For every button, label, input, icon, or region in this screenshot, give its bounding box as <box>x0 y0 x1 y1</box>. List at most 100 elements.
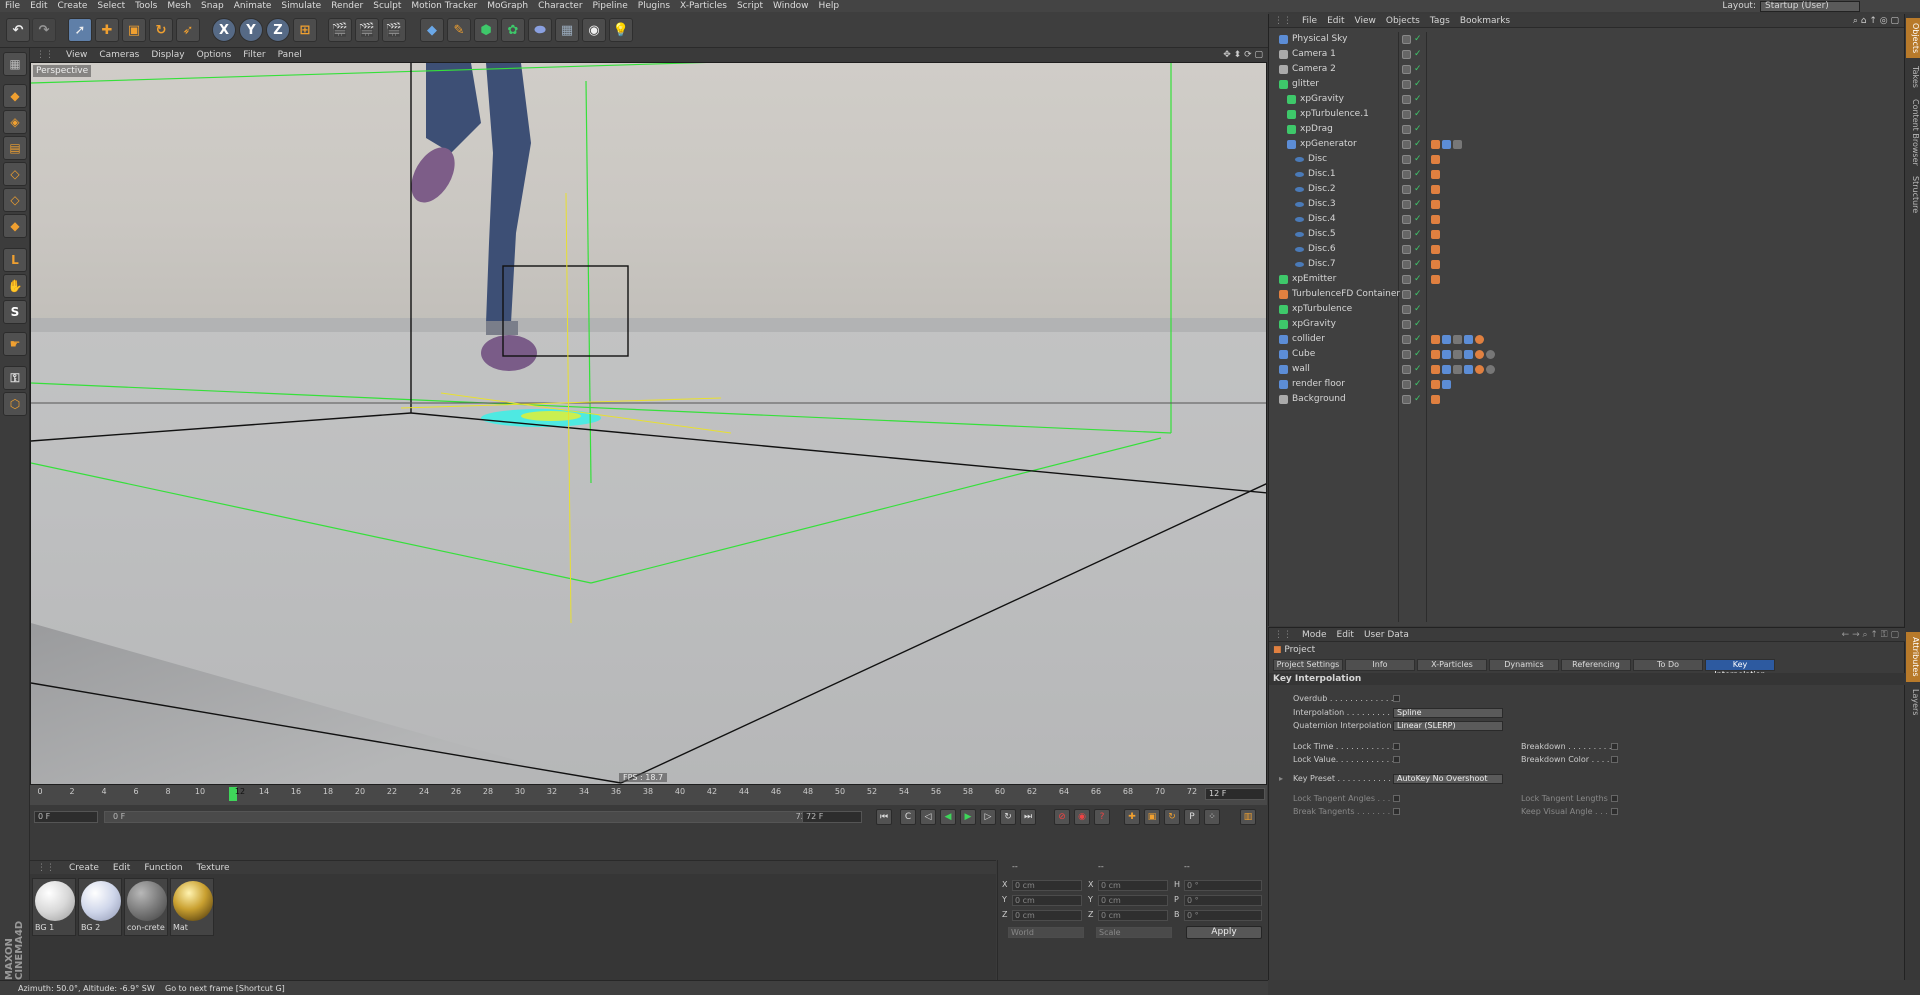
object-row[interactable]: Background ✓ <box>1269 392 1905 407</box>
visibility-toggle-icon[interactable] <box>1402 170 1411 179</box>
object-tag-icon[interactable] <box>1442 140 1451 149</box>
object-row[interactable]: Disc.1 ✓ <box>1269 167 1905 182</box>
object-tag-icon[interactable] <box>1431 215 1440 224</box>
rot-p-field[interactable]: 0 ° <box>1184 895 1262 906</box>
object-row[interactable]: xpTurbulence ✓ <box>1269 302 1905 317</box>
z-axis-lock-icon[interactable]: Z <box>266 18 290 42</box>
object-manager-nav-icons[interactable]: ⌕ ⌂ ↑ ◎ ▢ <box>1853 16 1899 26</box>
object-tag-icon[interactable] <box>1431 140 1440 149</box>
tab-takes[interactable]: Takes <box>1906 62 1920 92</box>
preview-range-slider[interactable]: 0 F 72 F <box>104 811 824 823</box>
object-tag-icon[interactable] <box>1453 335 1462 344</box>
object-tag-icon[interactable] <box>1464 350 1473 359</box>
viewport-menu-options[interactable]: Options <box>191 50 238 60</box>
pos-z-field[interactable]: 0 cm <box>1012 910 1082 921</box>
enable-check-icon[interactable]: ✓ <box>1414 197 1422 212</box>
render-settings-icon[interactable]: 🎬 <box>382 18 406 42</box>
y-axis-lock-icon[interactable]: Y <box>239 18 263 42</box>
menu-motion-tracker[interactable]: Motion Tracker <box>406 1 482 11</box>
object-tag-icon[interactable] <box>1431 275 1440 284</box>
workplane-icon[interactable]: ▤ <box>3 136 27 160</box>
object-tag-icon[interactable] <box>1486 365 1495 374</box>
object-row[interactable]: render floor ✓ <box>1269 377 1905 392</box>
viewport-menu-panel[interactable]: Panel <box>272 50 308 60</box>
interpolation-dropdown[interactable]: Spline <box>1393 708 1503 718</box>
object-row[interactable]: xpEmitter ✓ <box>1269 272 1905 287</box>
object-menu-tags[interactable]: Tags <box>1425 16 1455 26</box>
record-keyframe-icon[interactable]: C <box>900 809 916 825</box>
object-tag-icon[interactable] <box>1453 365 1462 374</box>
object-row[interactable]: collider ✓ <box>1269 332 1905 347</box>
visibility-toggle-icon[interactable] <box>1402 110 1411 119</box>
size-y-field[interactable]: 0 cm <box>1098 895 1168 906</box>
key-pla-icon[interactable]: ⁘ <box>1204 809 1220 825</box>
visibility-toggle-icon[interactable] <box>1402 260 1411 269</box>
enable-check-icon[interactable]: ✓ <box>1414 122 1422 137</box>
object-tag-icon[interactable] <box>1475 335 1484 344</box>
tab-dynamics[interactable]: Dynamics <box>1489 659 1559 671</box>
breakdown-checkbox[interactable] <box>1611 743 1618 750</box>
break-tangents-checkbox[interactable] <box>1393 808 1400 815</box>
object-tag-icon[interactable] <box>1431 395 1440 404</box>
visibility-toggle-icon[interactable] <box>1402 35 1411 44</box>
tweak-mode-icon[interactable]: ✋ <box>3 274 27 298</box>
visibility-toggle-icon[interactable] <box>1402 335 1411 344</box>
object-row[interactable]: xpGenerator ✓ <box>1269 137 1905 152</box>
menu-file[interactable]: File <box>0 1 25 11</box>
object-menu-edit[interactable]: Edit <box>1322 16 1349 26</box>
material-swatch[interactable]: BG 1 <box>32 878 76 936</box>
tab-content-browser[interactable]: Content Browser <box>1906 96 1920 168</box>
tab-info[interactable]: Info <box>1345 659 1415 671</box>
visibility-toggle-icon[interactable] <box>1402 80 1411 89</box>
tab-attributes[interactable]: Attributes <box>1906 632 1920 682</box>
tab-key-interpolation[interactable]: Key Interpolation <box>1705 659 1775 679</box>
enable-check-icon[interactable]: ✓ <box>1414 32 1422 47</box>
object-row[interactable]: xpTurbulence.1 ✓ <box>1269 107 1905 122</box>
object-row[interactable]: Disc.5 ✓ <box>1269 227 1905 242</box>
object-tag-icon[interactable] <box>1431 170 1440 179</box>
visibility-toggle-icon[interactable] <box>1402 230 1411 239</box>
menu-x-particles[interactable]: X-Particles <box>675 1 732 11</box>
menu-simulate[interactable]: Simulate <box>276 1 326 11</box>
object-tag-icon[interactable] <box>1464 335 1473 344</box>
model-mode-icon[interactable]: ◆ <box>3 84 27 108</box>
object-tag-icon[interactable] <box>1453 350 1462 359</box>
move-tool-icon[interactable]: ✚ <box>95 18 119 42</box>
object-tag-icon[interactable] <box>1475 365 1484 374</box>
coordinate-system-icon[interactable]: ⊞ <box>293 18 317 42</box>
visibility-toggle-icon[interactable] <box>1402 185 1411 194</box>
menu-create[interactable]: Create <box>53 1 93 11</box>
material-swatch[interactable]: con-crete <box>124 878 168 936</box>
object-tag-icon[interactable] <box>1431 365 1440 374</box>
lock-time-checkbox[interactable] <box>1393 743 1400 750</box>
visibility-toggle-icon[interactable] <box>1402 365 1411 374</box>
menu-plugins[interactable]: Plugins <box>633 1 675 11</box>
enable-check-icon[interactable]: ✓ <box>1414 167 1422 182</box>
object-row[interactable]: xpGravity ✓ <box>1269 317 1905 332</box>
start-frame-field[interactable]: 0 F <box>34 811 98 823</box>
menu-mesh[interactable]: Mesh <box>162 1 196 11</box>
object-row[interactable]: Disc.2 ✓ <box>1269 182 1905 197</box>
render-picture-viewer-icon[interactable]: 🎬 <box>355 18 379 42</box>
object-menu-bookmarks[interactable]: Bookmarks <box>1455 16 1515 26</box>
enable-check-icon[interactable]: ✓ <box>1414 92 1422 107</box>
menu-help[interactable]: Help <box>814 1 845 11</box>
motion-record-icon[interactable]: ⊘ <box>1054 809 1070 825</box>
go-to-next-frame-icon[interactable]: ↻ <box>1000 809 1016 825</box>
soft-selection-icon[interactable]: ☛ <box>3 332 27 356</box>
viewport-menu-view[interactable]: View <box>60 50 93 60</box>
object-row[interactable]: Camera 1 ✓ <box>1269 47 1905 62</box>
object-tag-icon[interactable] <box>1431 245 1440 254</box>
tab-x-particles[interactable]: X-Particles <box>1417 659 1487 671</box>
enable-check-icon[interactable]: ✓ <box>1414 257 1422 272</box>
visibility-toggle-icon[interactable] <box>1402 140 1411 149</box>
material-menu-create[interactable]: Create <box>62 863 106 873</box>
cube-primitive-icon[interactable]: ◆ <box>420 18 444 42</box>
enable-check-icon[interactable]: ✓ <box>1414 272 1422 287</box>
material-menu-edit[interactable]: Edit <box>106 863 137 873</box>
enable-check-icon[interactable]: ✓ <box>1414 152 1422 167</box>
pos-y-field[interactable]: 0 cm <box>1012 895 1082 906</box>
tab-project-settings[interactable]: Project Settings <box>1273 659 1343 671</box>
enable-check-icon[interactable]: ✓ <box>1414 137 1422 152</box>
light-icon[interactable]: 💡 <box>609 18 633 42</box>
